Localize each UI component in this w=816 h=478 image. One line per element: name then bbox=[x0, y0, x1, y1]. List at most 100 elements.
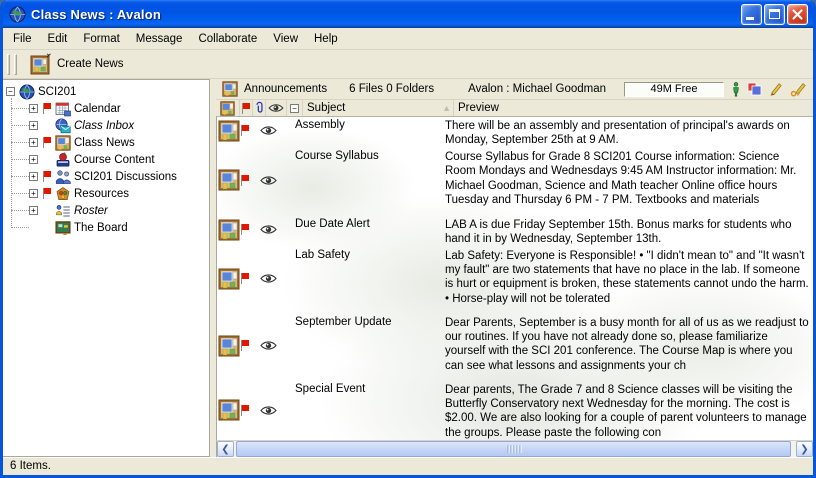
news-item-icon bbox=[218, 399, 240, 424]
tree-item-sci201-discussions[interactable]: + SCI201 Discussions bbox=[3, 168, 209, 185]
item-subject: Lab Safety bbox=[291, 247, 441, 314]
eye-icon[interactable] bbox=[260, 340, 277, 354]
maximize-button[interactable] bbox=[764, 4, 785, 25]
list-item-special-event[interactable]: Special EventDear parents, The Grade 7 a… bbox=[217, 381, 813, 440]
expander-plus-icon[interactable]: + bbox=[29, 104, 38, 113]
list-item-due-date-alert[interactable]: Due Date AlertLAB A is due Friday Septem… bbox=[217, 216, 813, 247]
tree-item-roster[interactable]: +Roster bbox=[3, 202, 209, 219]
list-item-course-syllabus[interactable]: Course SyllabusCourse Syllabus for Grade… bbox=[217, 148, 813, 216]
toolbar-gripper[interactable] bbox=[7, 54, 10, 75]
column-subject[interactable]: Subject ▲ bbox=[303, 100, 453, 116]
flag-column-icon bbox=[241, 102, 251, 115]
pencil-key-icon[interactable] bbox=[790, 82, 807, 97]
tree-item-class-news[interactable]: +Class News bbox=[3, 134, 209, 151]
chevron-right-icon: ❯ bbox=[800, 444, 808, 455]
person-icon[interactable] bbox=[732, 82, 740, 97]
column-flag[interactable] bbox=[240, 100, 253, 116]
item-subject: Assembly bbox=[291, 117, 441, 148]
list-item-september-update[interactable]: September UpdateDear Parents, September … bbox=[217, 314, 813, 381]
folder-tree: −SCI201+Calendar+Class Inbox+Class News+… bbox=[3, 83, 209, 236]
unread-flag-icon bbox=[240, 174, 250, 190]
globe-icon bbox=[19, 84, 35, 100]
create-news-button[interactable]: Create News bbox=[27, 50, 130, 78]
news-item-icon bbox=[218, 268, 240, 293]
chevron-left-icon: ❮ bbox=[221, 444, 229, 455]
eye-icon[interactable] bbox=[260, 175, 277, 189]
tree-item-sci201[interactable]: − SCI201 bbox=[3, 83, 209, 100]
menu-file[interactable]: File bbox=[5, 30, 40, 48]
expander-plus-icon[interactable]: + bbox=[29, 121, 38, 130]
expander-plus-icon[interactable]: + bbox=[29, 206, 38, 215]
column-item-icon[interactable] bbox=[216, 100, 240, 116]
news-item-icon bbox=[218, 335, 240, 360]
expander-plus-icon[interactable]: + bbox=[29, 189, 38, 198]
expander-plus-icon[interactable]: + bbox=[29, 172, 38, 181]
news-item-icon bbox=[218, 219, 240, 244]
close-icon bbox=[791, 8, 804, 21]
scroll-left-button[interactable]: ❮ bbox=[217, 441, 234, 457]
info-bar: Announcements 6 Files 0 Folders Avalon :… bbox=[216, 79, 813, 100]
menu-help[interactable]: Help bbox=[306, 30, 346, 48]
tree-item-the-board[interactable]: The Board bbox=[3, 219, 209, 236]
item-preview: Lab Safety: Everyone is Responsible! • "… bbox=[441, 247, 813, 314]
unread-flag-icon bbox=[42, 102, 55, 115]
item-icon-cell bbox=[217, 117, 291, 148]
scrollbar-thumb[interactable] bbox=[236, 441, 791, 457]
tree-item-resources[interactable]: +Resources bbox=[3, 185, 209, 202]
item-icon-cell bbox=[217, 148, 291, 216]
book-icon bbox=[55, 152, 71, 168]
status-bar: 6 Items. bbox=[3, 457, 813, 474]
preview-column-label: Preview bbox=[458, 102, 499, 114]
item-icon-cell bbox=[217, 247, 291, 314]
news-item-column-icon bbox=[220, 101, 235, 116]
expander-plus-icon[interactable]: + bbox=[29, 155, 38, 164]
list-item-lab-safety[interactable]: Lab SafetyLab Safety: Everyone is Respon… bbox=[217, 247, 813, 314]
scroll-right-button[interactable]: ❯ bbox=[796, 441, 813, 457]
expander-minus-icon[interactable]: − bbox=[6, 87, 15, 96]
expander-plus-icon[interactable]: + bbox=[29, 138, 38, 147]
tree-item-label: SCI201 bbox=[38, 86, 76, 98]
sort-ascending-icon: ▲ bbox=[442, 103, 451, 113]
list-item-assembly[interactable]: AssemblyThere will be an assembly and pr… bbox=[217, 117, 813, 148]
tree-item-course-content[interactable]: + Course Content bbox=[3, 151, 209, 168]
column-read-status[interactable] bbox=[266, 100, 287, 116]
item-preview: Dear Parents, September is a busy month … bbox=[441, 314, 813, 381]
menu-collaborate[interactable]: Collaborate bbox=[190, 30, 265, 48]
eye-icon[interactable] bbox=[260, 125, 277, 139]
menu-format[interactable]: Format bbox=[75, 30, 127, 48]
minimize-icon bbox=[746, 17, 754, 20]
menu-view[interactable]: View bbox=[265, 30, 306, 48]
pencil-icon[interactable] bbox=[769, 82, 783, 96]
menu-edit[interactable]: Edit bbox=[40, 30, 76, 48]
column-attachment[interactable] bbox=[253, 100, 266, 116]
eye-icon[interactable] bbox=[260, 273, 277, 287]
item-subject: Due Date Alert bbox=[291, 216, 441, 247]
eye-icon[interactable] bbox=[260, 224, 277, 238]
tree-item-class-inbox[interactable]: +Class Inbox bbox=[3, 117, 209, 134]
announcements-folder-icon bbox=[222, 81, 238, 97]
tree-item-label: Course Content bbox=[74, 154, 155, 166]
tree-item-label: SCI201 Discussions bbox=[74, 171, 177, 183]
horizontal-scrollbar[interactable]: ❮ ❯ bbox=[216, 440, 813, 457]
unread-flag-icon bbox=[42, 187, 55, 200]
board-icon bbox=[55, 220, 71, 236]
item-preview: Dear parents, The Grade 7 and 8 Science … bbox=[441, 381, 813, 440]
column-header: − Subject ▲ Preview bbox=[216, 100, 813, 117]
column-preview[interactable]: Preview bbox=[453, 100, 813, 116]
layers-icon[interactable] bbox=[747, 82, 762, 96]
eye-icon[interactable] bbox=[260, 405, 277, 419]
toolbar-gripper[interactable] bbox=[14, 54, 17, 75]
column-expand-all[interactable]: − bbox=[287, 100, 303, 116]
item-icon-cell bbox=[217, 314, 291, 381]
tree-item-calendar[interactable]: +Calendar bbox=[3, 100, 209, 117]
unread-flag-icon bbox=[240, 124, 250, 140]
create-news-label: Create News bbox=[57, 58, 123, 70]
item-icon-cell bbox=[217, 216, 291, 247]
maximize-icon bbox=[769, 9, 780, 19]
main-area: −SCI201+Calendar+Class Inbox+Class News+… bbox=[3, 79, 813, 457]
item-preview: LAB A is due Friday September 15th. Bonu… bbox=[441, 216, 813, 247]
menu-message[interactable]: Message bbox=[128, 30, 191, 48]
close-button[interactable] bbox=[787, 4, 808, 25]
minimize-button[interactable] bbox=[741, 4, 762, 25]
palette-icon bbox=[55, 186, 71, 202]
